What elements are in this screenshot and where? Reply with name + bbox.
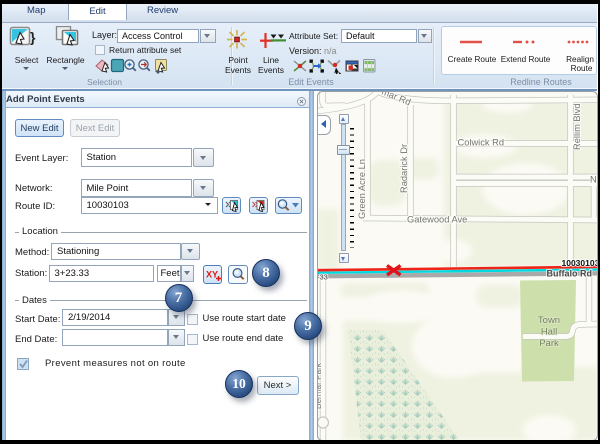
svg-text:Extend Route: Extend Route <box>501 55 551 64</box>
svg-text:}: } <box>30 29 36 45</box>
svg-text:Realign: Realign <box>566 55 594 64</box>
svg-text:Route: Route <box>571 64 593 73</box>
svg-text:Create Route: Create Route <box>448 55 497 64</box>
